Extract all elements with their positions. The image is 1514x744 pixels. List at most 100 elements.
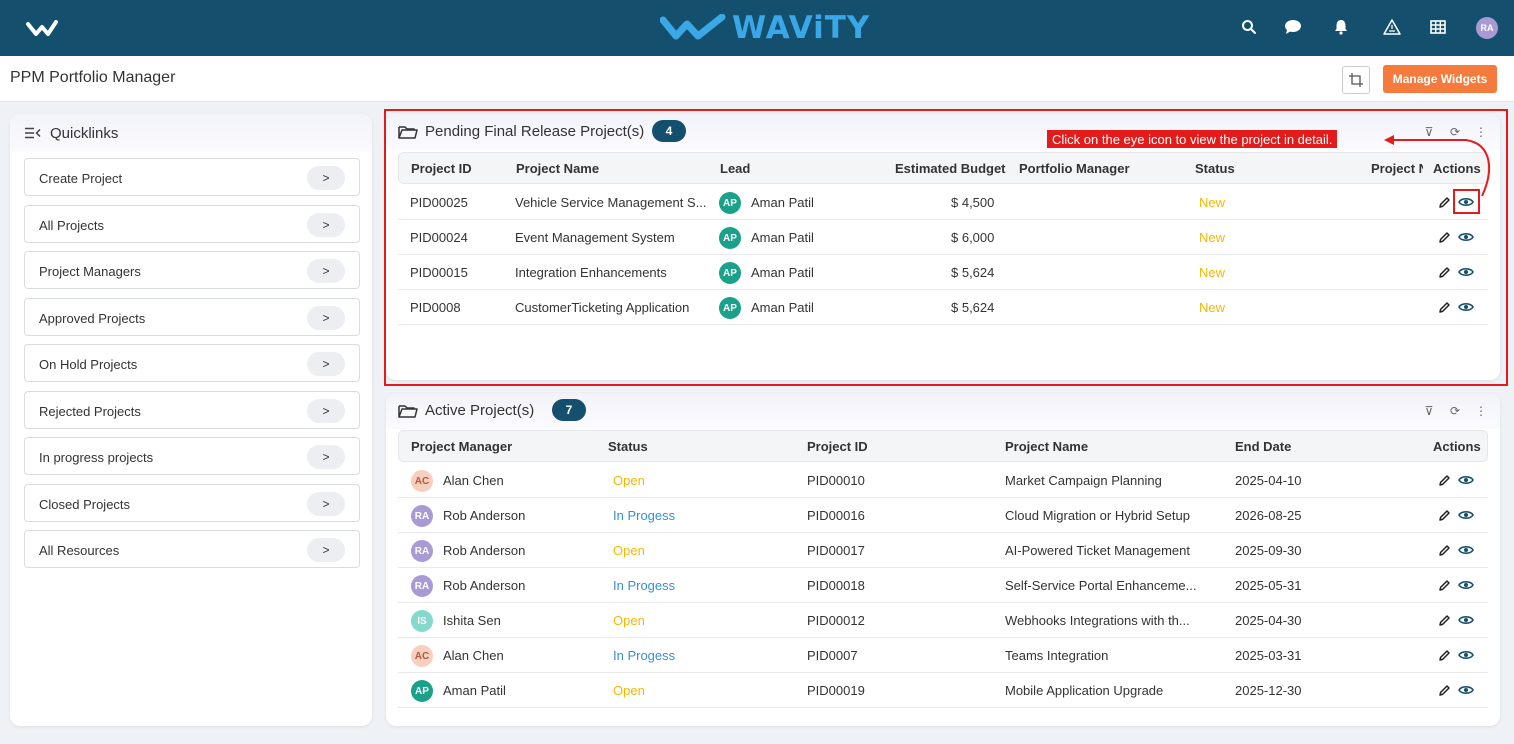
table-row[interactable]: RA Rob Anderson Open PID00017 AI-Powered Tic…: [398, 533, 1488, 568]
chevron-right-icon[interactable]: >: [307, 212, 345, 237]
quicklink-label: On Hold Projects: [39, 357, 138, 372]
table-row[interactable]: AC Alan Chen Open PID00010 Market Campaign P…: [398, 463, 1488, 498]
chevron-right-icon[interactable]: >: [307, 398, 345, 423]
wavity-logo-icon: [660, 14, 726, 40]
chevron-right-icon[interactable]: >: [307, 305, 345, 330]
project-manager: Rob Anderson: [443, 508, 526, 523]
column-header[interactable]: Status: [608, 439, 648, 454]
page-title: PPM Portfolio Manager: [10, 69, 176, 86]
column-header: Actions: [1433, 439, 1481, 454]
chevron-right-icon[interactable]: >: [307, 445, 345, 469]
project-manager: Alan Chen: [443, 648, 504, 663]
manage-widgets-button[interactable]: Manage Widgets: [1383, 65, 1497, 93]
crop-icon: [1349, 73, 1363, 87]
project-manager: Alan Chen: [443, 473, 504, 488]
avatar: RA: [411, 540, 433, 562]
edit-icon[interactable]: [1436, 577, 1452, 593]
end-date: 2025-12-30: [1235, 683, 1302, 698]
quicklink-label: Approved Projects: [39, 310, 146, 326]
quicklink-label: Rejected Projects: [39, 403, 141, 419]
project-name: Mobile Application Upgrade: [1005, 683, 1164, 698]
quicklink-item[interactable]: Approved Projects >: [24, 297, 360, 336]
eye-icon[interactable]: [1458, 577, 1474, 593]
grid-icon[interactable]: [1427, 16, 1449, 38]
edit-icon[interactable]: [1436, 682, 1452, 698]
project-id: PID0007: [807, 648, 858, 663]
end-date: 2025-03-31: [1235, 648, 1302, 663]
brand-logo: WAViTY: [660, 10, 870, 46]
edit-icon[interactable]: [1436, 542, 1452, 558]
project-name: Self-Service Portal Enhanceme...: [1005, 578, 1197, 593]
quicklink-label: All Projects: [39, 217, 105, 233]
edit-icon[interactable]: [1436, 507, 1452, 523]
project-id: PID00016: [807, 508, 865, 523]
chevron-right-icon[interactable]: >: [307, 491, 345, 516]
edit-icon[interactable]: [1436, 472, 1452, 488]
count-badge: 7: [552, 399, 586, 421]
folder-icon: [398, 405, 418, 418]
annotation-arrow: [1384, 135, 1491, 197]
edit-icon[interactable]: [1436, 612, 1452, 628]
end-date: 2025-04-30: [1235, 613, 1302, 628]
warning-icon[interactable]: [1381, 16, 1403, 38]
project-id: PID00012: [807, 613, 865, 628]
search-icon[interactable]: [1238, 16, 1260, 38]
eye-icon[interactable]: [1458, 682, 1474, 698]
more-icon[interactable]: ⋮: [1474, 403, 1488, 419]
end-date: 2025-09-30: [1235, 543, 1302, 558]
refresh-icon[interactable]: ⟳: [1448, 403, 1462, 419]
eye-icon[interactable]: [1458, 612, 1474, 628]
filter-icon[interactable]: ⊽: [1422, 403, 1436, 419]
project-id: PID00018: [807, 578, 865, 593]
column-header[interactable]: Project Name: [1005, 439, 1088, 454]
crop-button[interactable]: [1342, 66, 1370, 94]
quicklink-item[interactable]: Project Managers >: [24, 251, 360, 289]
status-label: In Progess: [613, 578, 676, 593]
quicklink-item[interactable]: Closed Projects >: [24, 483, 360, 522]
quicklinks-menu-icon[interactable]: [24, 127, 42, 139]
quicklink-label: In progress projects: [39, 450, 154, 465]
user-avatar[interactable]: RA: [1476, 17, 1498, 39]
project-name: Webhooks Integrations with th...: [1005, 613, 1190, 628]
bell-icon[interactable]: [1330, 16, 1352, 38]
project-name: Cloud Migration or Hybrid Setup: [1005, 508, 1190, 523]
chevron-right-icon[interactable]: >: [307, 166, 345, 190]
quicklink-item[interactable]: Rejected Projects >: [24, 390, 360, 429]
eye-icon[interactable]: [1458, 647, 1474, 663]
project-id: PID00010: [807, 473, 865, 488]
home-logo-icon[interactable]: [26, 18, 58, 40]
table-row[interactable]: AP Aman Patil Open PID00019 Mobile Applicati…: [398, 673, 1488, 708]
quicklink-item[interactable]: Create Project >: [24, 158, 360, 196]
column-header[interactable]: End Date: [1235, 439, 1291, 454]
table-row[interactable]: RA Rob Anderson In Progess PID00018 Self-Ser…: [398, 568, 1488, 603]
table-header: Project Manager Status Project ID Projec…: [398, 430, 1488, 462]
annotation-callout: Click on the eye icon to view the projec…: [1047, 130, 1338, 148]
quicklinks-panel: Quicklinks Create Project > All Projects > P…: [10, 114, 372, 726]
chevron-right-icon[interactable]: >: [307, 259, 345, 283]
chevron-right-icon[interactable]: >: [307, 538, 345, 562]
eye-icon[interactable]: [1458, 472, 1474, 488]
table-row[interactable]: AC Alan Chen In Progess PID0007 Teams Integr…: [398, 638, 1488, 673]
eye-icon[interactable]: [1458, 542, 1474, 558]
avatar: AP: [411, 680, 433, 702]
project-manager: Aman Patil: [443, 683, 506, 698]
quicklink-item[interactable]: All Projects >: [24, 204, 360, 243]
edit-icon[interactable]: [1436, 647, 1452, 663]
quicklink-item[interactable]: On Hold Projects >: [24, 344, 360, 382]
table-row[interactable]: IS Ishita Sen Open PID00012 Webhooks Integra…: [398, 603, 1488, 638]
status-label: Open: [613, 683, 645, 698]
table-row[interactable]: RA Rob Anderson In Progess PID00016 Cloud Mi…: [398, 498, 1488, 533]
project-manager: Rob Anderson: [443, 578, 526, 593]
end-date: 2026-08-25: [1235, 508, 1302, 523]
chat-icon[interactable]: [1282, 16, 1304, 38]
column-header[interactable]: Project ID: [807, 439, 868, 454]
project-name: AI-Powered Ticket Management: [1005, 543, 1190, 558]
quicklinks-title: Quicklinks: [50, 124, 119, 142]
chevron-right-icon[interactable]: >: [307, 352, 345, 376]
avatar: AC: [411, 645, 433, 667]
column-header[interactable]: Project Manager: [411, 439, 512, 454]
eye-icon[interactable]: [1458, 507, 1474, 523]
quicklink-item[interactable]: All Resources >: [24, 530, 360, 568]
quicklink-item[interactable]: In progress projects >: [24, 437, 360, 475]
top-navigation-bar: WAViTY RA: [0, 0, 1514, 56]
